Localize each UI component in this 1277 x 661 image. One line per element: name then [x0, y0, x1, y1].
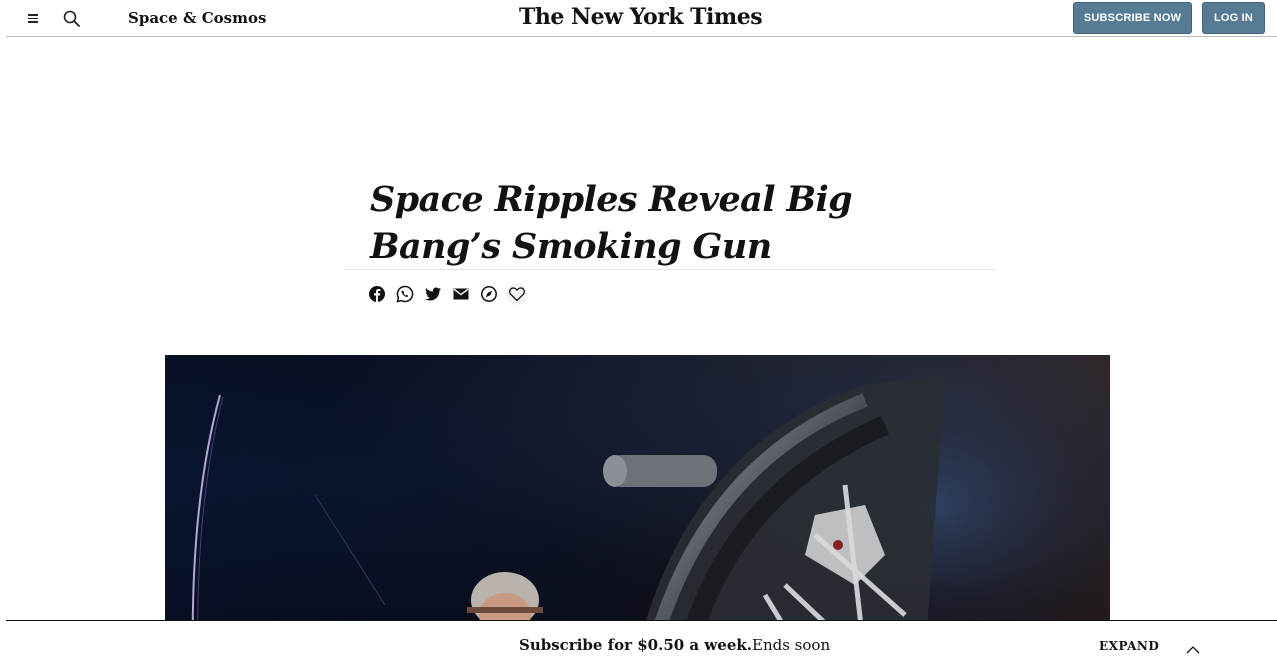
share-toolbar: [366, 283, 528, 305]
email-icon[interactable]: [450, 283, 472, 305]
nyt-logo[interactable]: The New York Times: [519, 3, 763, 31]
telescope-photo: [165, 355, 1110, 661]
divider: [345, 269, 995, 270]
subscription-offer-bar: Subscribe for $0.50 a week.Ends soon EXP…: [6, 620, 1277, 661]
section-name-link[interactable]: Space & Cosmos: [128, 9, 266, 27]
article-hero-image: [165, 355, 1110, 661]
heart-icon[interactable]: [506, 283, 528, 305]
whatsapp-icon[interactable]: [394, 283, 416, 305]
facebook-icon[interactable]: [366, 283, 388, 305]
top-navigation-bar: Space & Cosmos The New York Times SUBSCR…: [6, 0, 1277, 37]
search-icon[interactable]: [62, 9, 82, 29]
explore-icon[interactable]: [478, 283, 500, 305]
chevron-up-icon[interactable]: [1185, 640, 1201, 654]
subscribe-now-button[interactable]: SUBSCRIBE NOW: [1073, 2, 1192, 34]
log-in-button[interactable]: LOG IN: [1202, 2, 1265, 34]
expand-button[interactable]: EXPAND: [1099, 639, 1159, 653]
article-headline: Space Ripples Reveal Big Bang’s Smoking …: [370, 179, 853, 267]
subscription-offer-text[interactable]: Subscribe for $0.50 a week.Ends soon: [519, 636, 830, 654]
offer-deadline: Ends soon: [752, 636, 831, 654]
twitter-icon[interactable]: [422, 283, 444, 305]
offer-price: Subscribe for $0.50 a week.: [519, 636, 752, 654]
hamburger-menu-icon[interactable]: [26, 11, 40, 25]
